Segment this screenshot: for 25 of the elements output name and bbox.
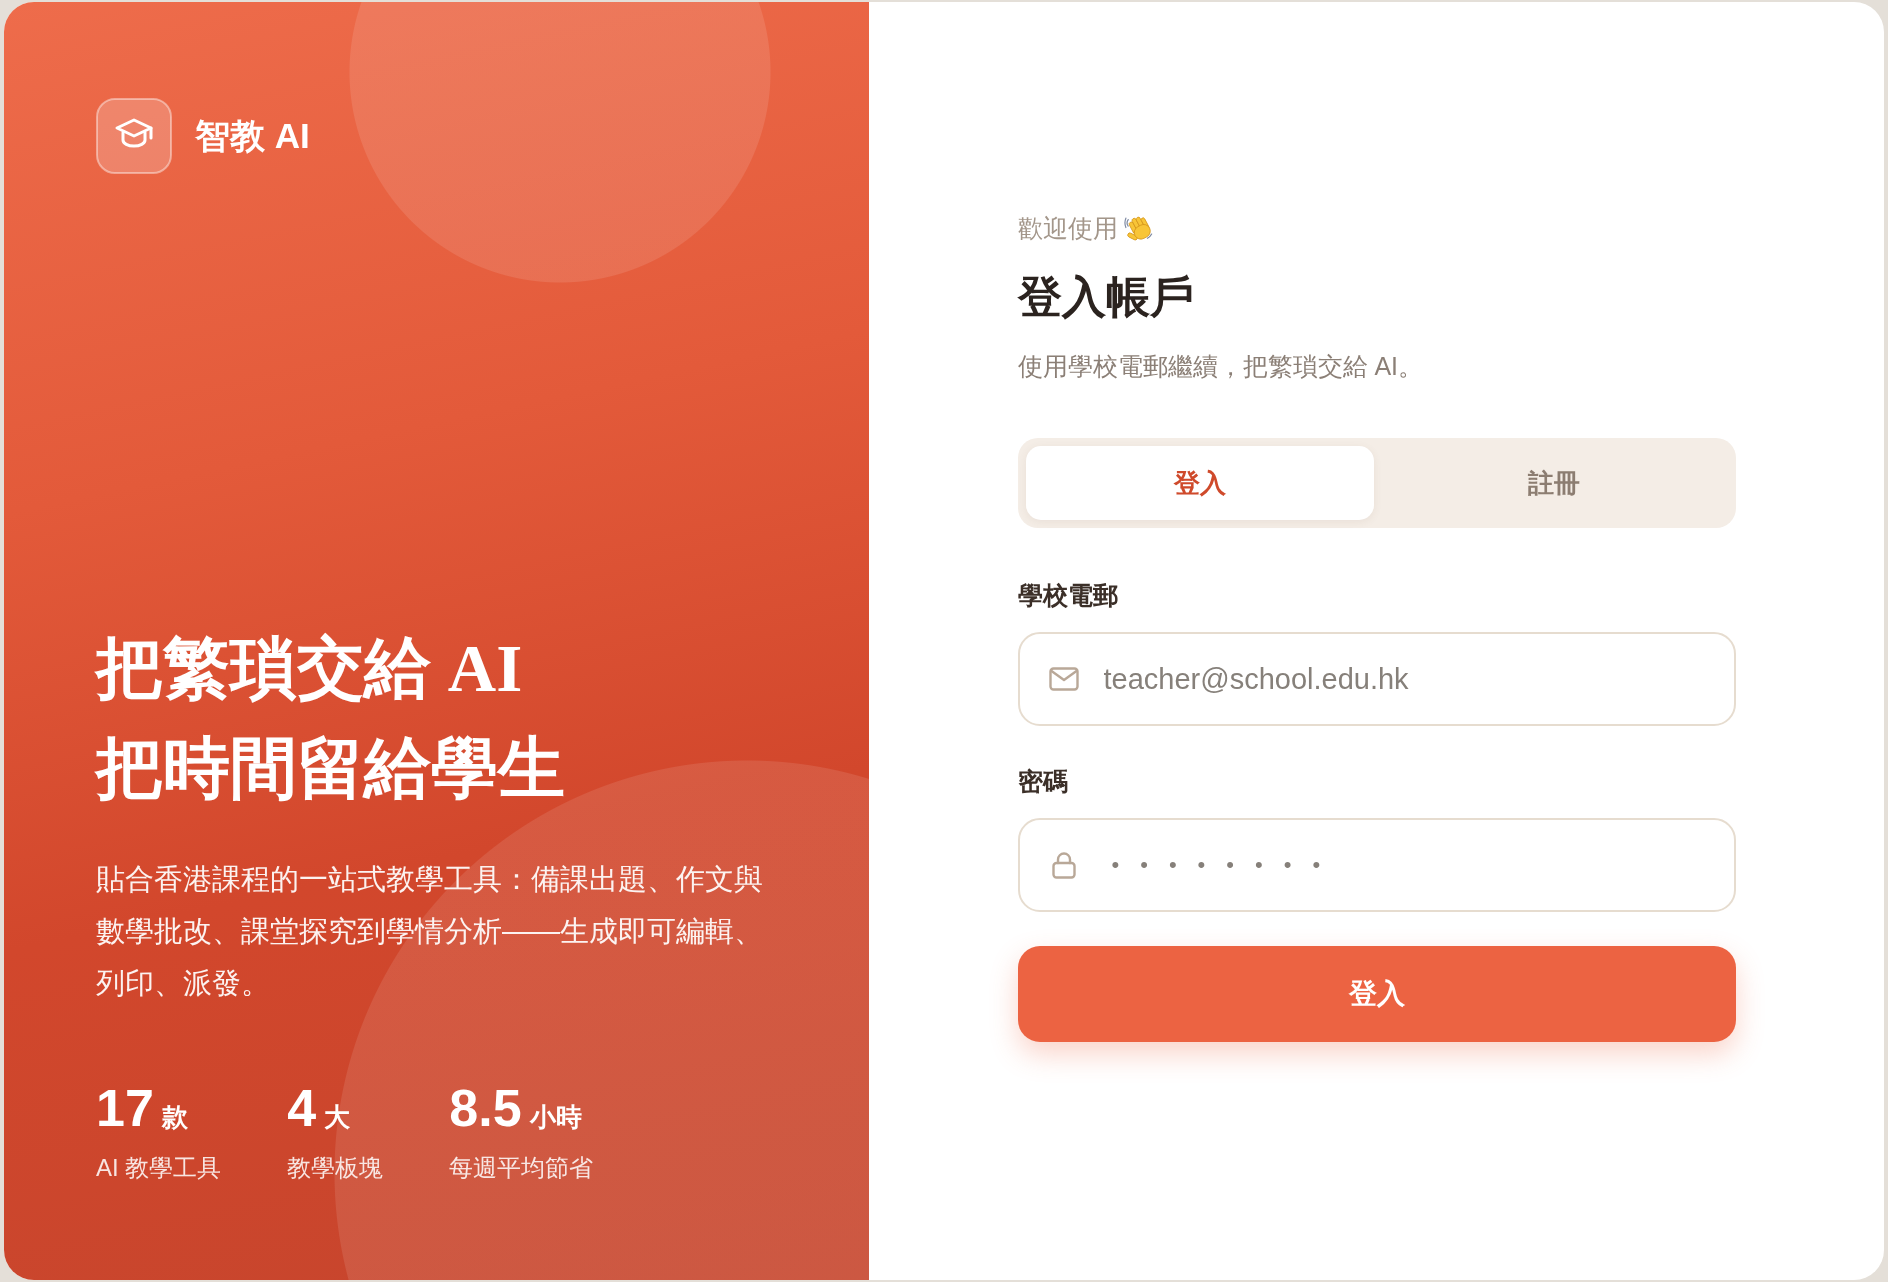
headline: 把繁瑣交給 AI 把時間留給學生	[96, 630, 566, 807]
greeting-text: 歡迎使用	[1017, 213, 1118, 244]
stat-unit: 大	[324, 1101, 351, 1133]
login-title: 登入帳戶	[1017, 271, 1195, 323]
stat-value: 4	[287, 1080, 317, 1137]
password-field[interactable]: ••••••••	[1017, 818, 1736, 912]
stat-label: 每週平均節省	[449, 1153, 594, 1183]
brand-name: 智教 AI	[195, 115, 310, 157]
auth-tab[interactable]: 登入	[1025, 446, 1374, 520]
field-label: 密碼	[1017, 766, 1069, 797]
email-field[interactable]: teacher@school.edu.hk	[1017, 632, 1736, 726]
description: 貼合香港課程的一站式教學工具：備課出題、作文與數學批改、課堂探究到學情分析——生成即可編輯、列印、派發。	[96, 862, 764, 1001]
stat-value: 17	[96, 1080, 154, 1137]
lock-icon	[1051, 851, 1076, 879]
stat-label: 教學板塊	[287, 1153, 384, 1183]
login-subtitle: 使用學校電郵繼續，把繁瑣交給 AI。	[1017, 351, 1425, 382]
stat-unit: 小時	[529, 1101, 582, 1133]
stat-label: AI 教學工具	[96, 1153, 222, 1183]
auth-tab[interactable]: 註冊	[1379, 446, 1728, 520]
login-button[interactable]: 登入	[1017, 946, 1736, 1042]
graduation-cap-icon	[96, 98, 172, 174]
field-label: 學校電郵	[1017, 580, 1119, 611]
stat-value: 8.5	[449, 1080, 522, 1137]
mail-icon	[1048, 667, 1079, 691]
stat-unit: 款	[161, 1101, 188, 1133]
